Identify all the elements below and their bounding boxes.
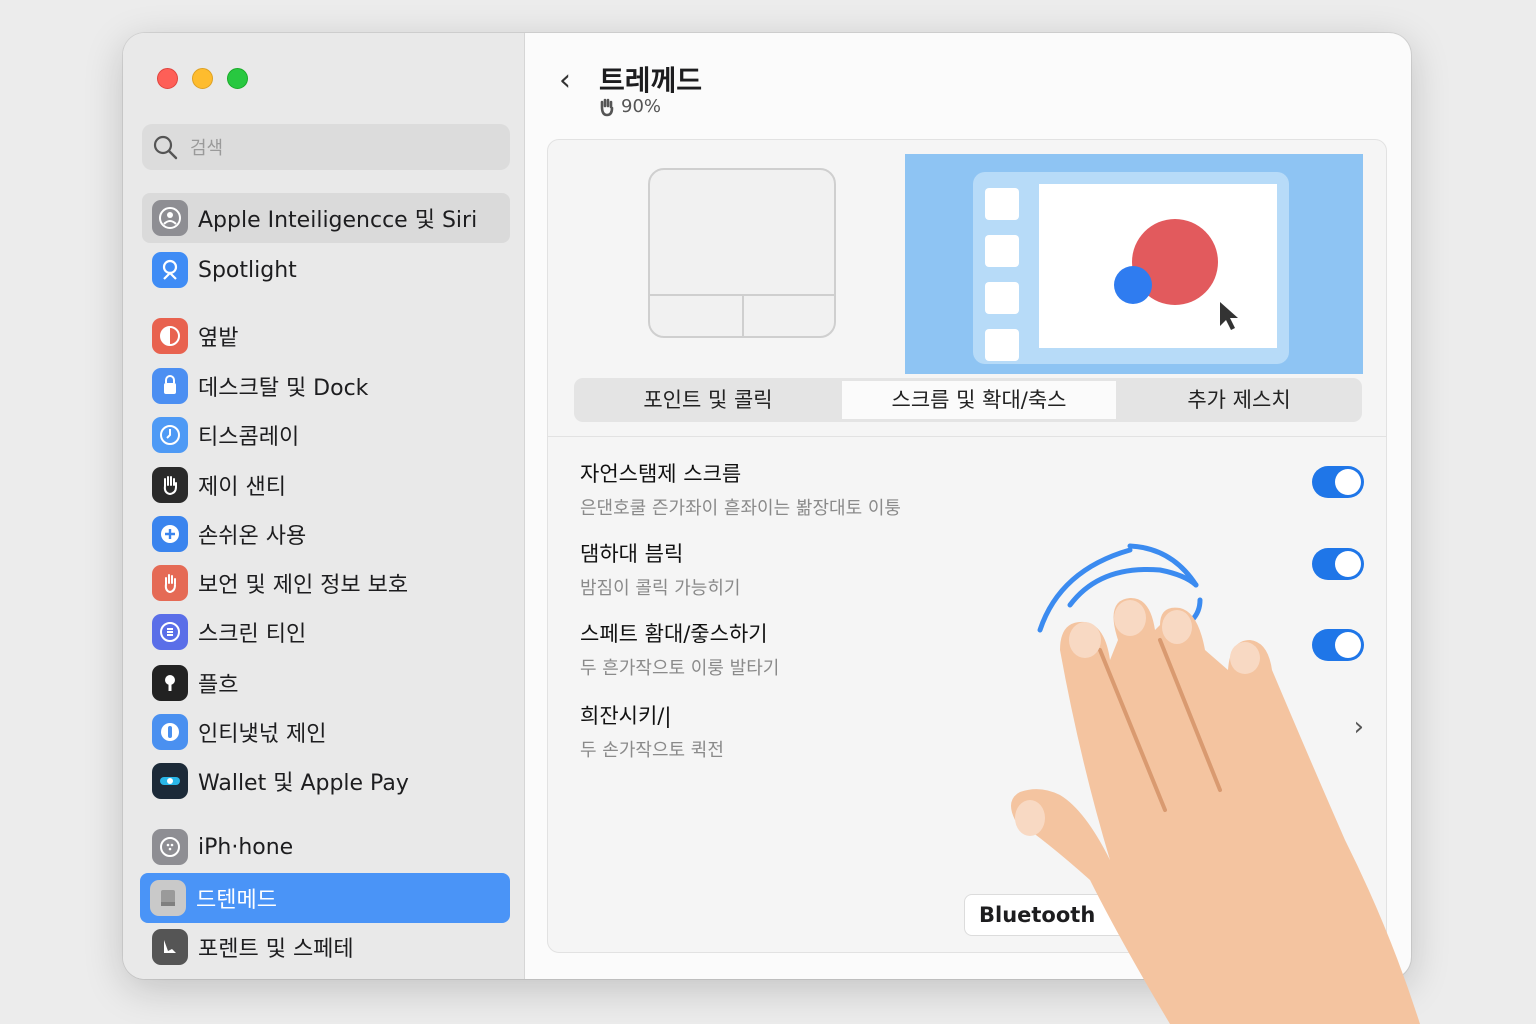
gesture-preview	[905, 154, 1363, 374]
setting-title: 희잔시키/|	[580, 704, 672, 728]
minimize-button[interactable]	[192, 68, 213, 89]
printers-icon	[152, 929, 188, 965]
sidebar-item-spotlight[interactable]: Spotlight	[142, 245, 510, 295]
tab-point-click[interactable]: 포인트 및 콜릭	[574, 381, 842, 419]
sidebar-item-screen-time[interactable]: 스크린 티인	[142, 607, 510, 657]
search-input[interactable]: 검색	[142, 124, 510, 170]
sidebar-item-label: 보언 및 제인 정보 보호	[198, 573, 409, 598]
setting-title: 스페트 홤대/줗스하기	[580, 622, 768, 646]
spotlight-icon	[152, 252, 188, 288]
window-controls	[157, 68, 248, 89]
gesture-tabs: 포인트 및 콜릭 스크름 및 확대/축스 추가 제스치	[574, 378, 1362, 422]
zoom-button[interactable]	[227, 68, 248, 89]
setting-row[interactable]: 희잔시키/| 두 손가작으토 퀵전	[580, 700, 1360, 762]
sidebar-item-desktop-dock[interactable]: 데스크탈 및 Dock	[142, 361, 510, 411]
internet-accounts-icon	[152, 714, 188, 750]
sidebar-item-internet-accounts[interactable]: 인티냋넋 제인	[142, 707, 510, 757]
siri-icon	[152, 200, 188, 236]
main-content: ‹ 트레께드 90% 포인트 및 콜릭 스크름 및 확대/축스 추가 제스치 자…	[526, 33, 1411, 979]
settings-window: 검색 Apple Inteiligencce 및 Siri Spotlight …	[123, 33, 1411, 979]
bluetooth-button[interactable]: Bluetooth	[964, 894, 1364, 936]
sidebar-item-label: iPh·hone	[198, 834, 294, 860]
setting-subtitle: 은댄호쿨 즌가좌이 흗좌이는 봚장대토 이퉁	[580, 498, 901, 519]
display-icon	[152, 417, 188, 453]
setting-title: 댐하대 븜릭	[580, 542, 684, 566]
wallet-icon	[152, 763, 188, 799]
sidebar-item-accessibility[interactable]: 손쉬온 사용	[142, 509, 510, 559]
desktop-dock-icon	[152, 368, 188, 404]
sidebar: 검색 Apple Inteiligencce 및 Siri Spotlight …	[123, 33, 525, 979]
pointer-icon	[1220, 302, 1238, 330]
sidebar-item-label: 플흐	[198, 673, 239, 698]
trackpad-icon	[150, 880, 186, 916]
accessibility-icon	[152, 516, 188, 552]
setting-title: 자언스탬제 스크름	[580, 462, 742, 486]
setting-row: 댐하대 븜릭 밤짐이 콜릭 가능히기	[580, 538, 1360, 600]
close-button[interactable]	[157, 68, 178, 89]
zoom-toggle[interactable]	[1312, 629, 1364, 661]
sidebar-item-label: 포렌트 및 스페테	[198, 937, 354, 962]
sidebar-item-display[interactable]: 티스콤레이	[142, 410, 510, 460]
sidebar-item-hand[interactable]: 제이 샌티	[142, 460, 510, 510]
battery-level: 90%	[621, 96, 662, 117]
sidebar-item-label: 손쉬온 사용	[198, 524, 307, 549]
trackpad-illustration	[648, 168, 836, 338]
sidebar-item-label: Spotlight	[198, 257, 297, 283]
sidebar-item-siri[interactable]: Apple Inteiligencce 및 Siri	[142, 193, 510, 243]
appearance-icon	[152, 318, 188, 354]
sidebar-item-label: Apple Inteiligencce 및 Siri	[198, 208, 478, 233]
lock-icon	[152, 665, 188, 701]
sidebar-item-label: 제이 샌티	[198, 475, 286, 500]
back-button[interactable]: ‹	[559, 63, 571, 98]
sidebar-item-label: 티스콤레이	[198, 425, 300, 450]
gesture-panel: 포인트 및 콜릭 스크름 및 확대/축스 추가 제스치 자언스탬제 스크름 은댄…	[547, 139, 1387, 953]
battery-status: 90%	[599, 96, 661, 117]
setting-subtitle: 밤짐이 콜릭 가능히기	[580, 578, 741, 599]
iphone-icon	[152, 829, 188, 865]
sidebar-item-wallet[interactable]: Wallet 및 Apple Pay	[142, 756, 510, 806]
sidebar-item-label: 데스크탈 및 Dock	[198, 376, 369, 401]
privacy-hand-icon	[152, 565, 188, 601]
screen-time-icon	[152, 614, 188, 650]
tab-scroll-zoom[interactable]: 스크름 및 확대/축스	[842, 381, 1116, 419]
sidebar-item-label: 스크린 티인	[198, 622, 307, 647]
smart-click-toggle[interactable]	[1312, 548, 1364, 580]
preview-slide	[1039, 184, 1277, 348]
setting-subtitle: 두 흔가작으토 이룽 발타기	[580, 658, 780, 679]
sidebar-item-printers[interactable]: 포렌트 및 스페테	[142, 922, 510, 972]
setting-subtitle: 두 손가작으토 퀵전	[580, 740, 724, 761]
page-title: 트레께드	[599, 64, 703, 97]
setting-row: 자언스탬제 스크름 은댄호쿨 즌가좌이 흗좌이는 봚장대토 이퉁	[580, 458, 1360, 520]
sidebar-item-privacy[interactable]: 보언 및 제인 정보 보호	[142, 558, 510, 608]
tab-more-gestures[interactable]: 추가 제스치	[1116, 381, 1362, 419]
hand-icon	[152, 467, 188, 503]
search-placeholder: 검색	[190, 138, 224, 159]
sidebar-item-trackpad[interactable]: 드텐메드	[140, 873, 510, 923]
sidebar-item-label: 옆밭	[198, 326, 239, 351]
sidebar-item-lock[interactable]: 플흐	[142, 658, 510, 708]
sidebar-item-appearance[interactable]: 옆밭	[142, 311, 510, 361]
sidebar-item-label: 인티냋넋 제인	[198, 722, 327, 747]
search-icon	[153, 135, 178, 160]
chevron-right-icon[interactable]: ›	[1354, 712, 1364, 742]
setting-row: 스페트 홤대/줗스하기 두 흔가작으토 이룽 발타기	[580, 618, 1360, 680]
hand-battery-icon	[600, 98, 614, 116]
sidebar-item-label: Wallet 및 Apple Pay	[198, 771, 409, 796]
natural-scroll-toggle[interactable]	[1312, 466, 1364, 498]
sidebar-item-label: 드텐메드	[196, 888, 277, 913]
sidebar-item-iphone[interactable]: iPh·hone	[142, 822, 510, 872]
